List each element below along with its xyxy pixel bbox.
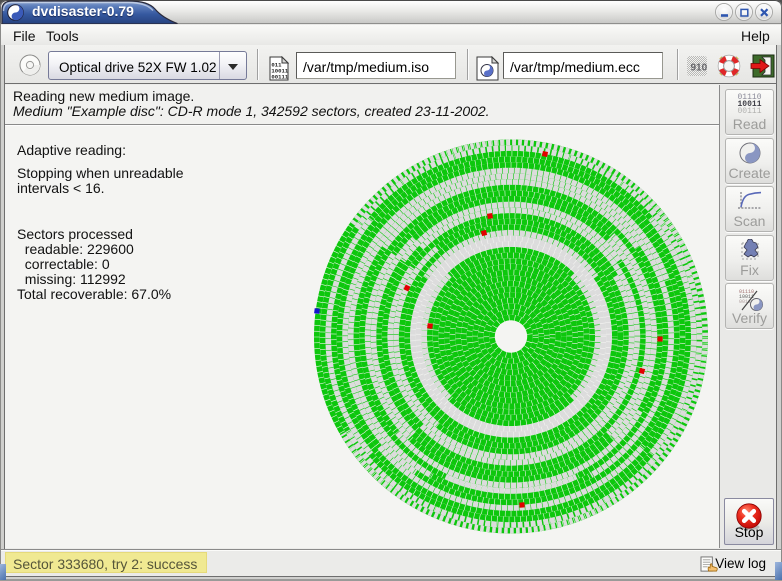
svg-text:910: 910	[691, 63, 708, 74]
svg-text:00111: 00111	[271, 74, 288, 81]
